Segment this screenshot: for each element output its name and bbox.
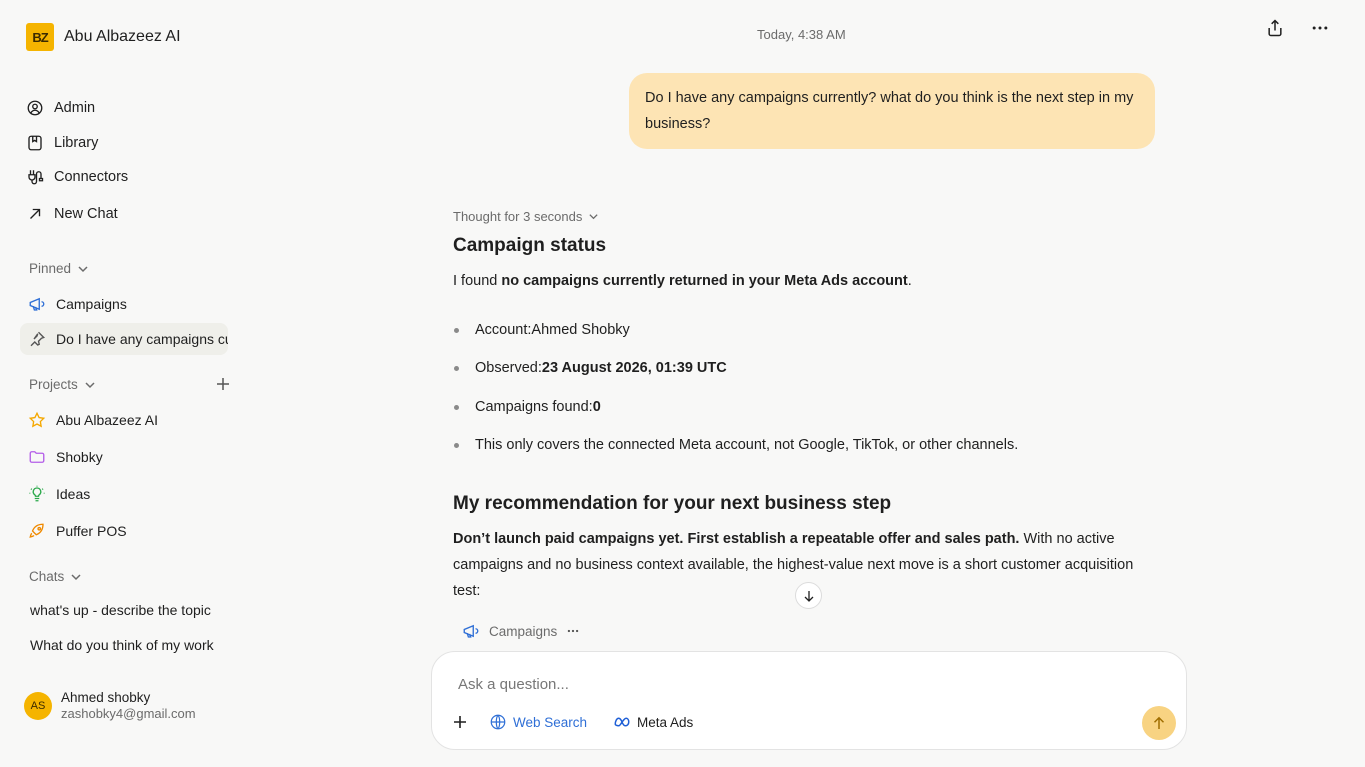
chats-title: Chats: [29, 569, 65, 584]
project-item-abu-albazeez[interactable]: Abu Albazeez AI: [20, 404, 228, 436]
list-item: This only covers the connected Meta acco…: [453, 437, 1018, 453]
bullet-dot: [454, 442, 459, 448]
user-email: zashobky4@gmail.com: [61, 706, 196, 721]
share-icon[interactable]: [1265, 18, 1285, 38]
text: This only covers the connected Meta acco…: [475, 437, 1019, 453]
nav-connectors-label: Connectors: [54, 169, 129, 185]
chevron-down-icon: [78, 265, 88, 272]
pinned-item-campaigns[interactable]: Campaigns: [20, 288, 228, 320]
arrow-up-icon: [1153, 716, 1165, 729]
chevron-down-icon: [71, 573, 81, 580]
projects-title: Projects: [29, 377, 78, 392]
brand-logo: BZ: [26, 23, 54, 51]
chats-section-toggle[interactable]: Chats: [29, 569, 82, 584]
sidebar: BZ Abu Albazeez AI Admin Library Connect…: [0, 0, 240, 767]
bold-text: 23 August 2026, 01:39 UTC: [541, 360, 727, 376]
chat-timestamp: Today, 4:38 AM: [757, 27, 846, 42]
bullet-dot: [454, 365, 459, 371]
list-item: Observed: 23 August 2026, 01:39 UTC: [453, 360, 727, 376]
pinned-section-toggle[interactable]: Pinned: [29, 261, 89, 276]
user-message-bubble: Do I have any campaigns currently? what …: [629, 73, 1155, 149]
avatar: AS: [24, 691, 52, 720]
tool-call-chip[interactable]: Campaigns: [462, 622, 580, 640]
arrow-up-right-icon: [30, 208, 41, 219]
meta-logo-icon: [614, 717, 630, 727]
add-attachment-icon[interactable]: [452, 714, 468, 730]
more-dots-icon: [568, 629, 579, 633]
pinned-item-label: Campaigns: [56, 296, 127, 312]
library-icon: [28, 135, 42, 151]
list-item: Account: Ahmed Shobky: [453, 322, 630, 338]
response-paragraph: I found no campaigns currently returned …: [453, 268, 1163, 294]
pinned-item-campaign-chat[interactable]: Do I have any campaigns currently?: [20, 323, 228, 355]
list-item: Campaigns found: 0: [453, 399, 601, 415]
response-heading-status: Campaign status: [453, 235, 607, 256]
folder-icon: [29, 451, 45, 463]
response-heading-recommendation: My recommendation for your next business…: [453, 493, 892, 514]
project-item-ideas[interactable]: Ideas: [20, 478, 228, 510]
user-name: Ahmed shobky: [61, 690, 151, 705]
project-item-label: Abu Albazeez AI: [56, 412, 158, 428]
nav-new-chat-label: New Chat: [54, 206, 118, 222]
web-search-label: Web Search: [513, 714, 588, 730]
chevron-down-icon: [85, 381, 95, 388]
rocket-icon: [29, 523, 44, 538]
pinned-item-label: Do I have any campaigns currently?: [56, 331, 228, 347]
bullet-dot: [454, 404, 459, 410]
project-item-shobky[interactable]: Shobky: [20, 441, 228, 473]
web-search-button[interactable]: Web Search: [489, 713, 587, 731]
more-options-icon[interactable]: [1310, 18, 1330, 38]
globe-icon: [490, 714, 506, 730]
send-button[interactable]: [1142, 706, 1176, 740]
add-project-icon[interactable]: [215, 376, 231, 392]
lightbulb-icon: [29, 485, 45, 502]
admin-gear-icon: [27, 100, 43, 116]
project-item-label: Puffer POS: [56, 523, 127, 539]
chat-item[interactable]: what's up - describe the topic: [30, 602, 218, 618]
pinned-title: Pinned: [29, 261, 72, 276]
chevron-down-icon: [589, 214, 598, 220]
brand[interactable]: BZ Abu Albazeez AI: [26, 23, 181, 51]
nav-library-label: Library: [54, 135, 99, 151]
pin-icon: [30, 331, 45, 347]
megaphone-icon: [29, 297, 45, 311]
nav-library[interactable]: Library: [26, 134, 98, 152]
star-icon: [28, 411, 46, 428]
megaphone-icon: [463, 624, 479, 638]
projects-section-toggle[interactable]: Projects: [29, 377, 96, 392]
user-profile[interactable]: AS Ahmed shobky zashobky4@gmail.com: [24, 690, 196, 721]
nav-admin-label: Admin: [54, 100, 96, 116]
thought-label: Thought for 3 seconds: [453, 209, 583, 224]
text: Campaigns found:: [475, 399, 593, 415]
nav-new-chat[interactable]: New Chat: [26, 205, 118, 223]
text: Account:: [475, 322, 532, 338]
meta-ads-label: Meta Ads: [637, 714, 694, 730]
scroll-to-bottom-button[interactable]: [795, 582, 822, 609]
tool-chip-label: Campaigns: [489, 623, 558, 639]
nav-connectors[interactable]: Connectors: [26, 168, 128, 186]
project-item-label: Ideas: [56, 486, 91, 502]
meta-ads-button[interactable]: Meta Ads: [613, 713, 693, 731]
bold-text: 0: [592, 399, 601, 415]
arrow-down-icon: [804, 590, 813, 602]
bullet-dot: [454, 327, 459, 333]
brand-name: Abu Albazeez AI: [64, 28, 181, 45]
question-input[interactable]: [458, 676, 1098, 693]
text: I found: [453, 273, 502, 289]
nav-admin[interactable]: Admin: [26, 99, 95, 117]
bold-text: no campaigns currently returned in your …: [501, 273, 908, 289]
project-item-label: Shobky: [56, 449, 103, 465]
connectors-icon: [28, 170, 44, 185]
text: Observed:: [475, 360, 542, 376]
composer: Web Search Meta Ads: [431, 651, 1187, 750]
project-item-puffer-pos[interactable]: Puffer POS: [20, 515, 228, 547]
text: Ahmed Shobky: [531, 322, 630, 338]
bold-text: Don’t launch paid campaigns yet. First e…: [453, 531, 1020, 547]
chat-item[interactable]: What do you think of my work: [30, 637, 218, 653]
thought-toggle[interactable]: Thought for 3 seconds: [453, 209, 599, 224]
text: .: [907, 273, 912, 289]
